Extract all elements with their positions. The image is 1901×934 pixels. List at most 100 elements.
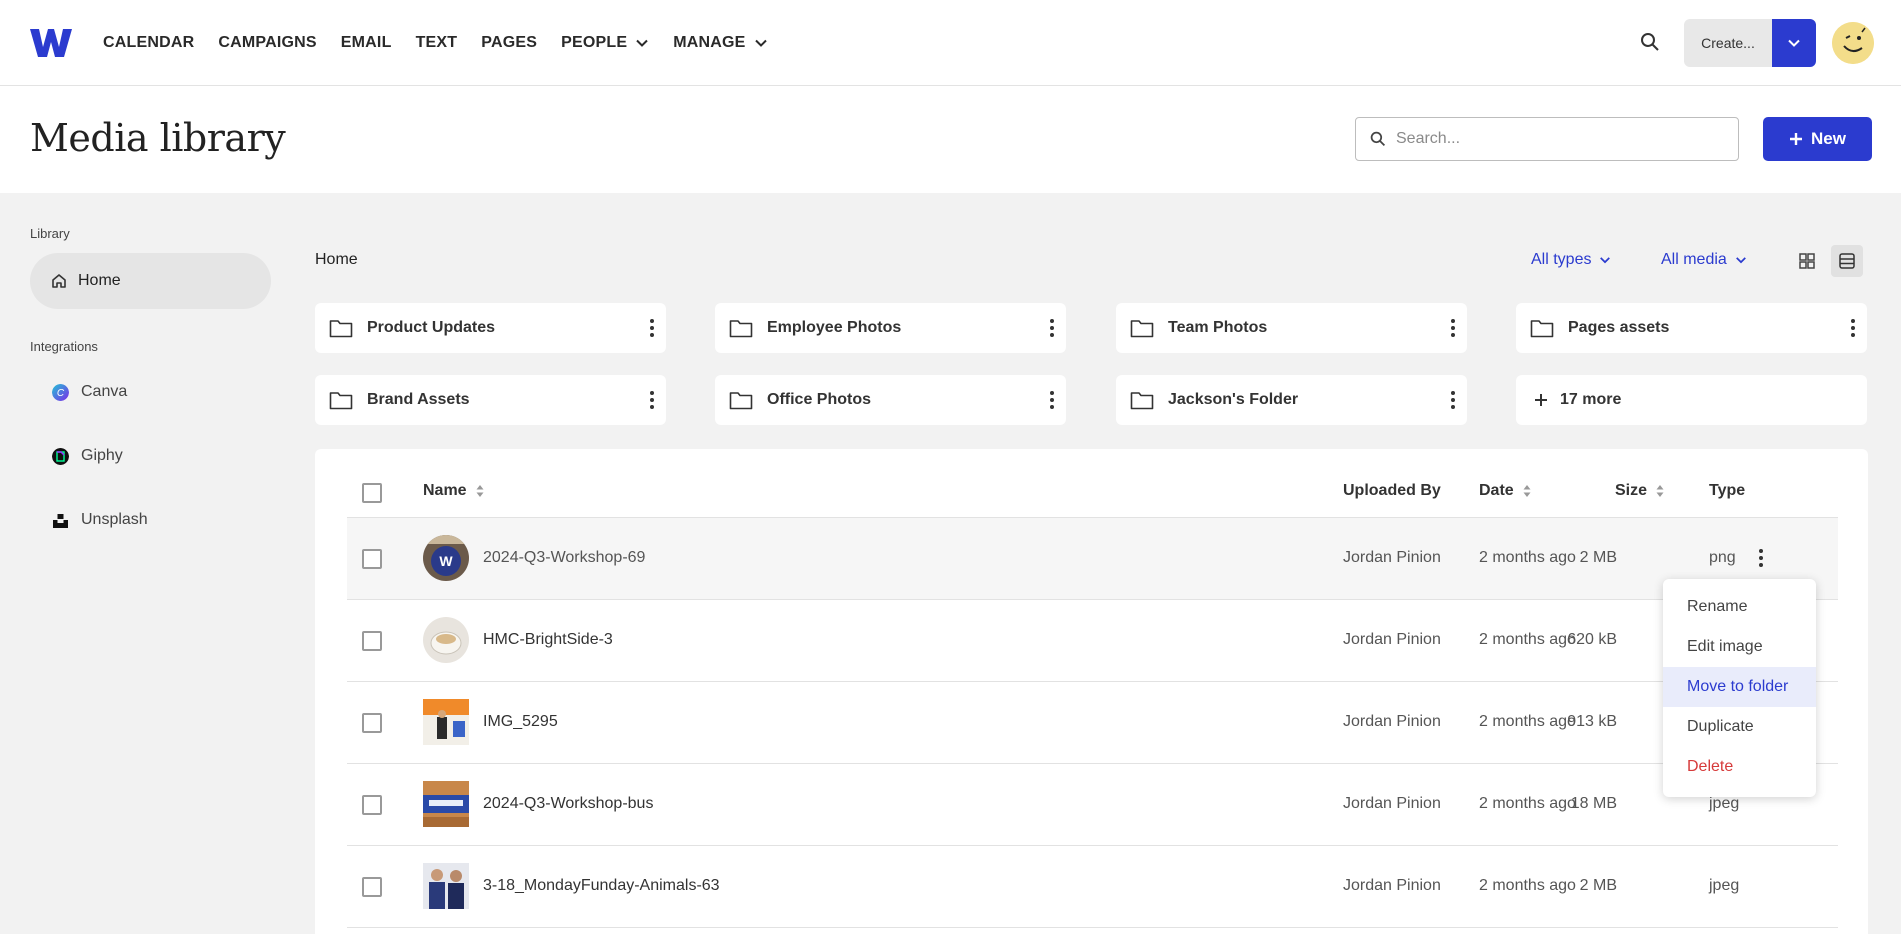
media-uploader: Jordan Pinion <box>1343 795 1441 812</box>
row-checkbox[interactable] <box>362 713 382 733</box>
kebab-menu-icon[interactable] <box>1050 390 1054 410</box>
row-checkbox[interactable] <box>362 795 382 815</box>
table-row[interactable]: IMG_5295 Jordan Pinion 2 months ago 913 … <box>347 682 1838 764</box>
plus-icon <box>1790 133 1803 145</box>
table-row[interactable]: 2024-Q3-Workshop-bus Jordan Pinion 2 mon… <box>347 764 1838 846</box>
folder-card[interactable]: Product Updates <box>315 303 666 353</box>
row-checkbox[interactable] <box>362 631 382 651</box>
kebab-menu-icon[interactable] <box>1451 318 1455 338</box>
top-nav: CALENDAR CAMPAIGNS EMAIL TEXT PAGES PEOP… <box>0 0 1901 86</box>
kebab-menu-icon[interactable] <box>1851 318 1855 338</box>
create-dropdown-button[interactable] <box>1772 19 1816 67</box>
folder-icon <box>1130 320 1154 338</box>
sidebar-item-unsplash[interactable]: Unsplash <box>52 511 148 529</box>
menu-item-delete[interactable]: Delete <box>1663 747 1816 787</box>
chevron-down-icon <box>1600 257 1611 264</box>
sidebar-item-home[interactable]: Home <box>30 253 271 309</box>
kebab-menu-icon[interactable] <box>1759 548 1763 568</box>
table-row[interactable]: HMC-BrightSide-3 Jordan Pinion 2 months … <box>347 600 1838 682</box>
nav-pages[interactable]: PAGES <box>481 34 537 52</box>
filter-all-types[interactable]: All types <box>1531 251 1611 269</box>
chevron-down-icon <box>1735 257 1746 264</box>
column-header-type: Type <box>1709 482 1746 499</box>
create-button[interactable]: Create... <box>1684 19 1772 67</box>
nav-manage[interactable]: MANAGE <box>673 34 767 52</box>
column-header-date[interactable]: Date <box>1479 482 1532 500</box>
sidebar: Library Home Integrations C Canva Giphy … <box>0 193 290 934</box>
folder-name: Product Updates <box>367 319 496 336</box>
menu-item-move-to-folder[interactable]: Move to folder <box>1663 667 1816 707</box>
media-name[interactable]: HMC-BrightSide-3 <box>483 631 613 649</box>
folder-card[interactable]: Employee Photos <box>715 303 1066 353</box>
media-size: 2 MB <box>1579 877 1617 894</box>
media-thumbnail: W <box>423 535 469 581</box>
new-button[interactable]: New <box>1763 117 1872 161</box>
canva-icon: C <box>52 383 69 401</box>
filter-all-media-label: All media <box>1661 251 1727 268</box>
nav-campaigns[interactable]: CAMPAIGNS <box>218 34 316 52</box>
search-field[interactable] <box>1355 117 1739 161</box>
menu-item-rename[interactable]: Rename <box>1663 587 1816 627</box>
grid-view-button[interactable] <box>1791 245 1823 277</box>
media-thumbnail <box>423 699 469 745</box>
folder-card[interactable]: Jackson's Folder <box>1116 375 1467 425</box>
media-thumbnail <box>423 863 469 909</box>
new-button-label: New <box>1811 129 1846 148</box>
nav-calendar[interactable]: CALENDAR <box>103 34 194 52</box>
media-name[interactable]: 2024-Q3-Workshop-bus <box>483 795 653 813</box>
media-size: 18 MB <box>1570 795 1617 812</box>
search-icon <box>1370 131 1386 147</box>
folder-card[interactable]: Team Photos <box>1116 303 1467 353</box>
select-all-checkbox[interactable] <box>362 483 382 503</box>
media-type: jpeg <box>1709 795 1740 812</box>
giphy-icon <box>52 447 69 465</box>
search-icon[interactable] <box>1640 32 1660 52</box>
nav-text[interactable]: TEXT <box>416 34 458 52</box>
folder-card[interactable]: Brand Assets <box>315 375 666 425</box>
media-thumbnail <box>423 781 469 827</box>
kebab-menu-icon[interactable] <box>1451 390 1455 410</box>
column-header-size[interactable]: Size <box>1615 482 1665 500</box>
smiley-face-icon <box>1832 22 1874 64</box>
row-checkbox[interactable] <box>362 549 382 569</box>
sidebar-item-giphy[interactable]: Giphy <box>52 447 123 465</box>
sidebar-item-canva[interactable]: C Canva <box>52 383 127 401</box>
nav-people-label: PEOPLE <box>561 34 628 51</box>
kebab-menu-icon[interactable] <box>650 390 654 410</box>
breadcrumb[interactable]: Home <box>315 251 358 269</box>
menu-item-edit-image[interactable]: Edit image <box>1663 627 1816 667</box>
table-row[interactable]: 3-18_MondayFunday-Animals-63 Jordan Pini… <box>347 846 1838 928</box>
filter-all-media[interactable]: All media <box>1661 251 1747 269</box>
more-folders-button[interactable]: 17 more <box>1516 375 1867 425</box>
bus-photo-icon <box>423 781 469 827</box>
row-checkbox[interactable] <box>362 877 382 897</box>
menu-item-duplicate[interactable]: Duplicate <box>1663 707 1816 747</box>
search-input[interactable] <box>1396 130 1716 148</box>
folder-card[interactable]: Office Photos <box>715 375 1066 425</box>
avatar[interactable] <box>1832 22 1874 64</box>
sort-icon <box>1523 485 1531 497</box>
plus-icon <box>1535 394 1547 406</box>
w-logo-icon[interactable] <box>30 27 72 59</box>
kebab-menu-icon[interactable] <box>1050 318 1054 338</box>
folder-card[interactable]: Pages assets <box>1516 303 1867 353</box>
table-row[interactable]: W 2024-Q3-Workshop-69 Jordan Pinion 2 mo… <box>347 518 1838 600</box>
media-thumbnail <box>423 617 469 663</box>
coffee-cup-photo-icon <box>423 617 469 663</box>
kebab-menu-icon[interactable] <box>650 318 654 338</box>
integrations-label: Integrations <box>30 339 98 354</box>
sort-icon <box>476 485 484 497</box>
chevron-down-icon <box>1788 39 1800 47</box>
svg-text:W: W <box>439 553 453 569</box>
media-name[interactable]: 3-18_MondayFunday-Animals-63 <box>483 877 720 895</box>
library-label: Library <box>30 226 70 241</box>
media-name[interactable]: IMG_5295 <box>483 713 558 731</box>
create-button-group: Create... <box>1684 19 1816 67</box>
list-icon <box>1839 253 1855 269</box>
media-name[interactable]: 2024-Q3-Workshop-69 <box>483 549 645 567</box>
column-header-name[interactable]: Name <box>423 482 485 500</box>
folder-icon <box>729 320 753 338</box>
list-view-button[interactable] <box>1831 245 1863 277</box>
nav-email[interactable]: EMAIL <box>341 34 392 52</box>
nav-people[interactable]: PEOPLE <box>561 34 649 52</box>
